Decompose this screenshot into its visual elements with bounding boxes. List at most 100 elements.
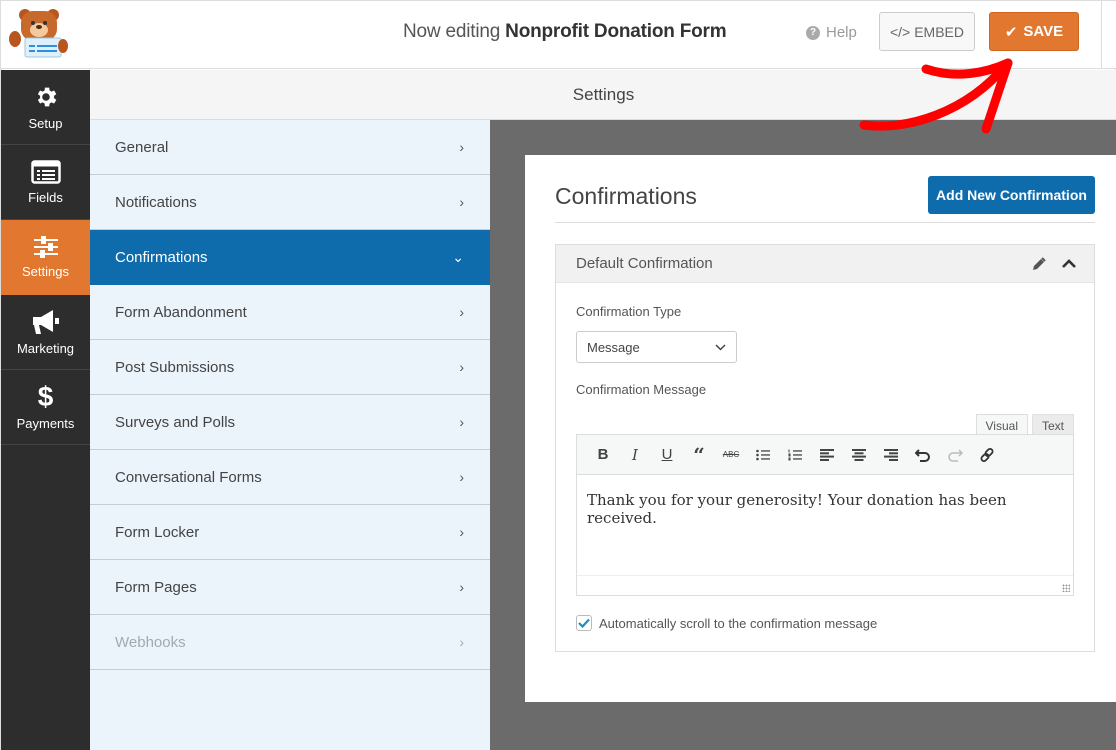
fields-icon (30, 159, 61, 184)
sidebar-item-payments[interactable]: $ Payments (1, 370, 90, 445)
rich-text-editor: B I U “ ABC Thank you for your generosit… (576, 434, 1074, 596)
strikethrough-icon[interactable]: ABC (715, 440, 747, 470)
form-builder: Now editing Nonprofit Donation Form ? He… (0, 0, 1116, 750)
panel-item-confirmations[interactable]: Confirmations ⌄ (90, 230, 490, 285)
panel-item-surveys-and-polls[interactable]: Surveys and Polls › (90, 395, 490, 450)
editor-tabs: Visual Text (975, 414, 1074, 434)
confirmation-message-label: Confirmation Message (576, 382, 707, 397)
bold-icon[interactable]: B (587, 440, 619, 470)
divider (555, 222, 1095, 223)
save-label: SAVE (1023, 23, 1064, 40)
tab-visual[interactable]: Visual (975, 414, 1028, 434)
sidebar-item-fields[interactable]: Fields (1, 145, 90, 220)
add-new-confirmation-button[interactable]: Add New Confirmation (928, 176, 1095, 214)
confirmation-block-header[interactable]: Default Confirmation (556, 245, 1094, 283)
chevron-right-icon: › (459, 194, 464, 210)
panel-item-label: Confirmations (115, 248, 208, 266)
sidebar-item-label: Payments (16, 415, 75, 431)
panel-item-webhooks[interactable]: Webhooks › (90, 615, 490, 670)
top-bar: Now editing Nonprofit Donation Form ? He… (1, 1, 1116, 69)
question-circle-icon: ? (806, 25, 820, 40)
align-right-icon[interactable] (875, 440, 907, 470)
sidebar-item-label: Setup (28, 115, 63, 131)
auto-scroll-option[interactable]: Automatically scroll to the confirmation… (576, 615, 877, 631)
sidebar-item-setup[interactable]: Setup (1, 70, 90, 145)
tab-text[interactable]: Text (1031, 414, 1074, 434)
chevron-down-icon (715, 343, 726, 351)
panel-item-label: Form Pages (115, 578, 197, 596)
form-name: Nonprofit Donation Form (505, 21, 727, 42)
sidebar-item-label: Fields (28, 189, 63, 205)
align-center-icon[interactable] (843, 440, 875, 470)
code-icon: </> (889, 23, 911, 40)
embed-label: EMBED (914, 23, 965, 40)
chevron-right-icon: › (459, 634, 464, 650)
chevron-right-icon: › (459, 469, 464, 485)
help-label: Help (826, 24, 857, 41)
confirmation-block-title: Default Confirmation (576, 255, 713, 272)
chevron-right-icon: › (459, 139, 464, 155)
topbar-divider (1101, 1, 1102, 69)
panel-item-label: Post Submissions (115, 358, 235, 376)
redo-icon[interactable] (939, 440, 971, 470)
underline-icon[interactable]: U (651, 440, 683, 470)
panel-item-general[interactable]: General › (90, 120, 490, 175)
align-left-icon[interactable] (811, 440, 843, 470)
sliders-icon (33, 235, 58, 258)
megaphone-icon (32, 309, 59, 334)
panel-item-label: Notifications (115, 193, 197, 211)
title-prefix: Now editing (403, 21, 501, 42)
panel-item-label: Form Locker (115, 523, 200, 541)
bullet-list-icon[interactable] (747, 440, 779, 470)
panel-item-label: Form Abandonment (115, 303, 247, 321)
gear-icon (37, 87, 56, 106)
panel-item-form-abandonment[interactable]: Form Abandonment › (90, 285, 490, 340)
default-confirmation-block: Default Confirmation Confirmation Type M… (555, 244, 1095, 652)
section-title: Confirmations (555, 183, 697, 209)
editor-statusbar (577, 575, 1073, 595)
dollar-icon: $ (37, 380, 54, 412)
wpforms-bear-logo (9, 9, 68, 58)
builder-sidebar: Setup Fields Settings Marketing $ Paymen… (1, 70, 90, 750)
settings-panel-list: General › Notifications › Confirmations … (90, 120, 490, 750)
panel-item-notifications[interactable]: Notifications › (90, 175, 490, 230)
blockquote-icon[interactable]: “ (683, 440, 715, 470)
numbered-list-icon[interactable] (779, 440, 811, 470)
chevron-right-icon: › (459, 304, 464, 320)
chevron-right-icon: › (459, 414, 464, 430)
settings-content-area: Confirmations Add New Confirmation Defau… (490, 120, 1116, 750)
editor-toolbar: B I U “ ABC (577, 435, 1073, 475)
confirmation-type-select[interactable]: Message (576, 331, 737, 363)
checkmark-icon: ✔ (1004, 23, 1018, 41)
embed-button[interactable]: </> EMBED (879, 12, 975, 51)
chevron-right-icon: › (459, 579, 464, 595)
confirmation-type-label: Confirmation Type (576, 304, 682, 319)
panel-item-label: Webhooks (115, 633, 186, 651)
undo-icon[interactable] (907, 440, 939, 470)
confirmations-card: Confirmations Add New Confirmation Defau… (525, 155, 1116, 702)
link-icon[interactable] (971, 440, 1003, 470)
panel-item-label: Conversational Forms (115, 468, 262, 486)
chevron-up-icon[interactable] (1062, 258, 1076, 269)
pencil-icon[interactable] (1032, 256, 1046, 271)
panel-item-form-pages[interactable]: Form Pages › (90, 560, 490, 615)
italic-icon[interactable]: I (619, 440, 651, 470)
resize-handle[interactable] (1062, 584, 1070, 592)
panel-item-post-submissions[interactable]: Post Submissions › (90, 340, 490, 395)
panel-item-label: Surveys and Polls (115, 413, 236, 431)
save-button[interactable]: ✔ SAVE (989, 12, 1079, 51)
sidebar-item-settings[interactable]: Settings (1, 220, 90, 295)
panel-item-label: General (115, 138, 169, 156)
sidebar-item-marketing[interactable]: Marketing (1, 295, 90, 370)
page-title: Now editing Nonprofit Donation Form (403, 21, 727, 43)
chevron-right-icon: › (459, 524, 464, 540)
auto-scroll-checkbox[interactable] (576, 615, 592, 631)
panel-item-conversational-forms[interactable]: Conversational Forms › (90, 450, 490, 505)
selected-value: Message (587, 339, 640, 355)
panel-item-form-locker[interactable]: Form Locker › (90, 505, 490, 560)
confirmation-message-input[interactable]: Thank you for your generosity! Your dona… (577, 475, 1073, 575)
auto-scroll-label: Automatically scroll to the confirmation… (599, 615, 878, 631)
chevron-right-icon: › (459, 359, 464, 375)
help-link[interactable]: ? Help (806, 24, 857, 41)
sidebar-item-label: Settings (22, 263, 69, 279)
